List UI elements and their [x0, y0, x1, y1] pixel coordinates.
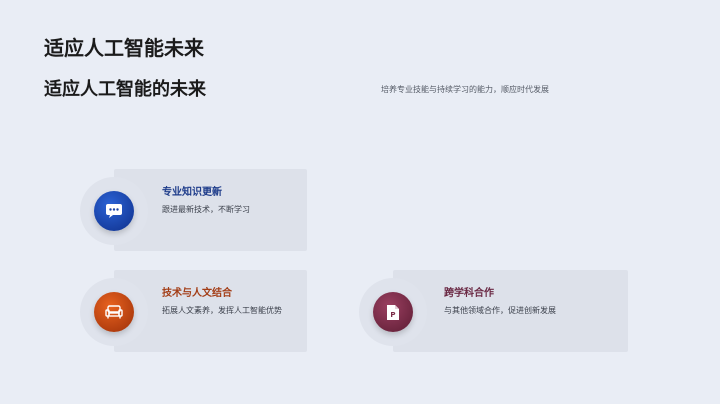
card-text: 跟进最新技术，不断学习 [162, 205, 250, 214]
card-title: 跨学科合作 [444, 288, 494, 299]
card-text: 与其他领域合作，促进创新发展 [444, 306, 556, 315]
slide-title: 适应人工智能未来 [44, 36, 204, 60]
icon-halo [80, 278, 148, 346]
chat-icon-circle [94, 191, 134, 231]
slide-description: 培养专业技能与持续学习的能力，顺应时代发展 [381, 85, 549, 94]
slide: 适应人工智能未来 适应人工智能的未来 培养专业技能与持续学习的能力，顺应时代发展… [0, 0, 720, 404]
document-icon: P [387, 304, 399, 320]
icon-halo [80, 177, 148, 245]
document-icon-circle: P [373, 292, 413, 332]
sofa-icon [105, 305, 123, 319]
svg-text:P: P [390, 311, 395, 319]
card-title: 专业知识更新 [162, 187, 222, 198]
slide-subtitle: 适应人工智能的未来 [44, 79, 206, 100]
chat-icon [106, 204, 122, 218]
icon-halo: P [359, 278, 427, 346]
card-title: 技术与人文结合 [162, 288, 232, 299]
card-text: 拓展人文素养，发挥人工智能优势 [162, 306, 282, 315]
sofa-icon-circle [94, 292, 134, 332]
